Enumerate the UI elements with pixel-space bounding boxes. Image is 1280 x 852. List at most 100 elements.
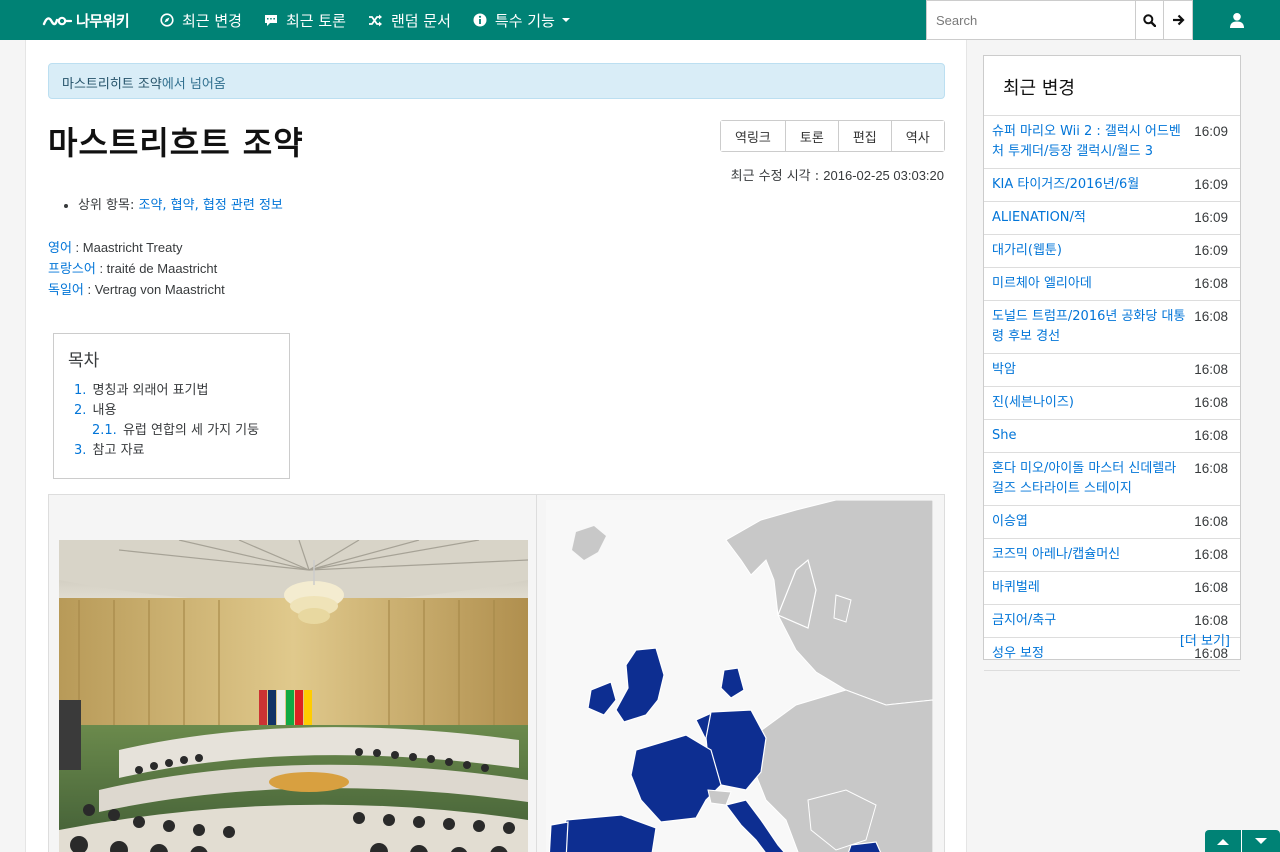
list-item: 슈퍼 마리오 Wii 2 : 갤럭시 어드벤처 투게더/등장 갤럭시/월드 3 1… (984, 116, 1240, 169)
nav-random-document-label: 랜덤 문서 (390, 11, 451, 30)
parent-category-link[interactable]: 조약, 협약, 협정 관련 정보 (139, 198, 283, 213)
redirect-suffix: 에서 넘어옴 (161, 77, 226, 92)
site-logo-text: 나무위키 (76, 11, 130, 30)
nav-random-document[interactable]: 랜덤 문서 (368, 0, 451, 40)
foreign-name-row: 프랑스어 : traité de Maastricht (48, 259, 225, 280)
last-modified-time: 2016-02-25 03:03:20 (823, 168, 944, 183)
recent-change-time: 16:08 (1194, 547, 1228, 562)
toc-item[interactable]: 3. 참고 자료 (74, 441, 275, 461)
recent-change-link[interactable]: 금지어/축구 (992, 611, 1188, 631)
article-content: 마스트리히트 조약에서 넘어옴 마스트리흐트 조약 역링크 토론 편집 역사 최… (25, 40, 967, 852)
nav-special-functions-dropdown[interactable]: 특수 기능 (473, 0, 570, 40)
toc-item[interactable]: 1. 명칭과 외래어 표기법 (74, 381, 275, 401)
nav-recent-changes-label: 최근 변경 (182, 11, 242, 30)
recent-change-link[interactable]: 진(세븐나이즈) (992, 393, 1188, 413)
search-form (926, 0, 1193, 40)
list-item: 박암 16:08 (984, 354, 1240, 387)
recent-change-link[interactable]: 도널드 트럼프/2016년 공화당 대통령 후보 경선 (992, 307, 1188, 347)
recent-change-link[interactable]: 혼다 미오/아이돌 마스터 신데렐라 걸즈 스타라이트 스테이지 (992, 459, 1188, 499)
last-modified-label: 최근 수정 시각 : (730, 169, 824, 184)
user-menu-button[interactable] (1194, 0, 1280, 40)
redirect-source-link[interactable]: 마스트리히트 조약 (62, 77, 162, 92)
toc-number[interactable]: 2. (74, 403, 86, 418)
top-navbar: 나무위키 최근 변경 최근 토론 랜덤 문서 특수 기능 (0, 0, 1280, 40)
recent-change-time: 16:08 (1194, 309, 1228, 324)
parent-label: 상위 항목: (78, 198, 139, 213)
foreign-name-row: 독일어 : Vertrag von Maastricht (48, 280, 225, 301)
toc-text: 참고 자료 (92, 443, 145, 458)
compass-icon (160, 13, 174, 27)
redirect-notice: 마스트리히트 조약에서 넘어옴 (48, 63, 945, 99)
backlinks-button[interactable]: 역링크 (721, 121, 786, 151)
recent-change-time: 16:08 (1194, 461, 1228, 476)
scroll-bottom-button[interactable] (1242, 830, 1279, 852)
search-button[interactable] (1135, 0, 1164, 40)
go-button[interactable] (1164, 0, 1193, 40)
recent-change-time: 16:08 (1194, 580, 1228, 595)
toc-text: 명칭과 외래어 표기법 (92, 383, 209, 398)
list-item: ALIENATION/적 16:09 (984, 202, 1240, 235)
recent-changes-sidebar: 최근 변경 슈퍼 마리오 Wii 2 : 갤럭시 어드벤처 투게더/등장 갤럭시… (983, 55, 1241, 671)
more-link[interactable]: [더 보기] (1180, 630, 1230, 649)
shuffle-icon (368, 14, 382, 26)
search-input[interactable] (926, 0, 1135, 40)
page-title: 마스트리흐트 조약 (48, 124, 304, 162)
toc-title: 목차 (68, 351, 100, 371)
recent-change-link[interactable]: 코즈믹 아레나/캡슐머신 (992, 545, 1188, 565)
recent-change-time: 16:08 (1194, 514, 1228, 529)
logo-sprout-icon (42, 16, 72, 26)
lang-link-german[interactable]: 독일어 (48, 283, 84, 298)
toc-number[interactable]: 2.1. (92, 423, 117, 438)
recent-change-link[interactable]: 바퀴벌레 (992, 578, 1188, 598)
foreign-names: 영어 : Maastricht Treaty 프랑스어 : traité de … (48, 238, 225, 301)
list-item: 이승엽 16:08 (984, 506, 1240, 539)
nav-special-functions-label: 특수 기능 (494, 11, 555, 30)
eu-member-states-map-graphic (545, 500, 933, 852)
edit-button[interactable]: 편집 (838, 121, 892, 151)
list-item: KIA 타이거즈/2016년/6월 16:09 (984, 169, 1240, 202)
recent-change-link[interactable]: 성우 보정 (992, 644, 1188, 664)
recent-change-time: 16:09 (1194, 210, 1228, 225)
image-cell (49, 495, 537, 852)
bullet (64, 203, 68, 208)
site-logo[interactable]: 나무위키 (42, 0, 138, 40)
toc-number[interactable]: 3. (74, 443, 86, 458)
list-item: 도널드 트럼프/2016년 공화당 대통령 후보 경선 16:08 (984, 301, 1240, 354)
toc-number[interactable]: 1. (74, 383, 86, 398)
scroll-top-button[interactable] (1205, 830, 1242, 852)
recent-change-link[interactable]: KIA 타이거즈/2016년/6월 (992, 175, 1188, 195)
nav-recent-discussions[interactable]: 최근 토론 (264, 0, 346, 40)
recent-changes-list: 슈퍼 마리오 Wii 2 : 갤럭시 어드벤처 투게더/등장 갤럭시/월드 3 1… (984, 116, 1240, 671)
nav-recent-changes[interactable]: 최근 변경 (160, 0, 242, 40)
eu-member-states-map[interactable] (545, 500, 933, 852)
toc-item[interactable]: 2. 내용 (74, 401, 275, 421)
recent-change-time: 16:09 (1194, 243, 1228, 258)
lang-link-french[interactable]: 프랑스어 (48, 262, 96, 277)
arrow-right-icon (1172, 14, 1185, 26)
recent-change-link[interactable]: 대가리(웹툰) (992, 241, 1188, 261)
history-button[interactable]: 역사 (891, 121, 944, 151)
table-of-contents: 목차 1. 명칭과 외래어 표기법 2. 내용 2.1. 유럽 연합의 세 가지… (53, 333, 290, 479)
article-action-tabs: 역링크 토론 편집 역사 (720, 120, 945, 152)
treaty-signing-photo-graphic (59, 540, 528, 852)
recent-change-link[interactable]: She (992, 426, 1188, 446)
info-icon (473, 13, 487, 27)
recent-change-time: 16:08 (1194, 276, 1228, 291)
toc-text: 내용 (92, 403, 117, 418)
parent-category: 상위 항목: 조약, 협약, 협정 관련 정보 (64, 194, 283, 213)
recent-change-time: 16:09 (1194, 177, 1228, 192)
lang-value: : traité de Maastricht (95, 261, 218, 276)
recent-change-link[interactable]: 이승엽 (992, 512, 1188, 532)
recent-change-link[interactable]: 미르체아 엘리아데 (992, 274, 1188, 294)
recent-change-time: 16:08 (1194, 613, 1228, 628)
lang-value: : Maastricht Treaty (71, 240, 183, 255)
recent-change-link[interactable]: 박암 (992, 360, 1188, 380)
recent-change-link[interactable]: 슈퍼 마리오 Wii 2 : 갤럭시 어드벤처 투게더/등장 갤럭시/월드 3 (992, 122, 1188, 162)
toc-item[interactable]: 2.1. 유럽 연합의 세 가지 기둥 (92, 421, 275, 441)
discussion-button[interactable]: 토론 (785, 121, 839, 151)
recent-change-link[interactable]: ALIENATION/적 (992, 208, 1188, 228)
treaty-signing-photo[interactable] (59, 540, 528, 852)
list-item: 혼다 미오/아이돌 마스터 신데렐라 걸즈 스타라이트 스테이지 16:08 (984, 453, 1240, 506)
scroll-control (1205, 830, 1280, 852)
lang-link-english[interactable]: 영어 (48, 241, 72, 256)
